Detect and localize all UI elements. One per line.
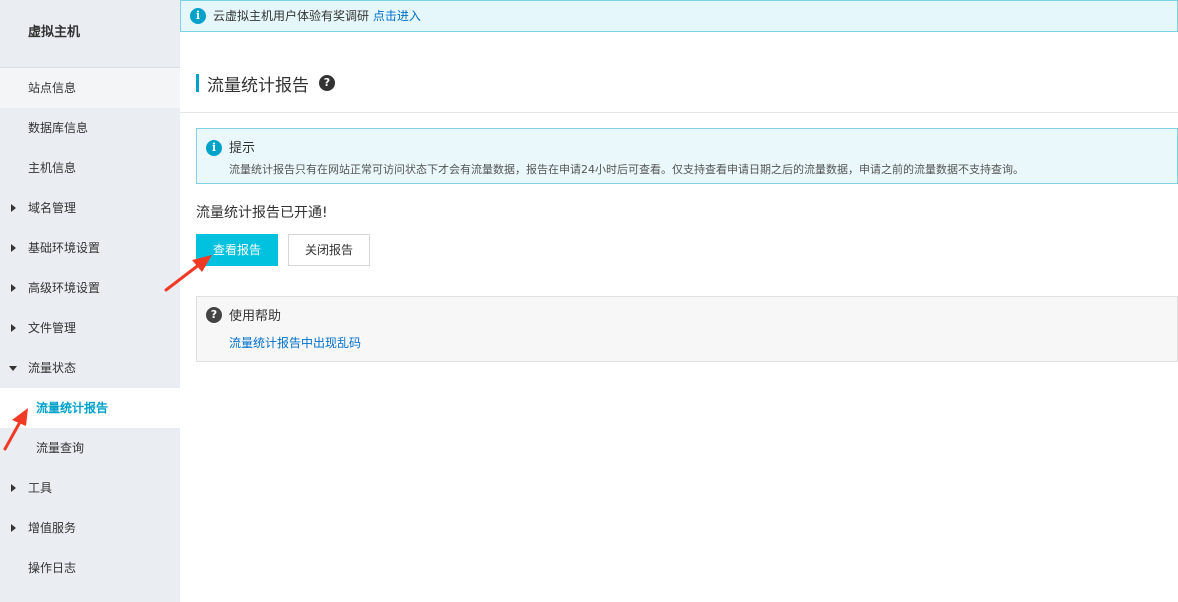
help-box: ? 使用帮助 流量统计报告中出现乱码 [196,296,1178,362]
help-link-garbled-text[interactable]: 流量统计报告中出现乱码 [229,334,361,351]
info-icon: i [206,140,222,156]
sidebar-item-host-info[interactable]: 主机信息 [0,148,180,188]
sidebar-item-tools[interactable]: 工具 [0,468,180,508]
sidebar-nav: 站点信息 数据库信息 主机信息 域名管理 基础环境设置 高级环境设置 文件管理 … [0,68,180,588]
sidebar: 虚拟主机 站点信息 数据库信息 主机信息 域名管理 基础环境设置 高级环境设置 … [0,0,180,602]
caret-right-icon [11,244,16,252]
tip-title: 提示 [229,141,256,156]
close-report-button[interactable]: 关闭报告 [288,234,370,266]
caret-right-icon [11,324,16,332]
sidebar-item-label: 操作日志 [28,561,77,575]
sidebar-item-label: 域名管理 [28,201,77,215]
sidebar-item-traffic-report[interactable]: 流量统计报告 [0,388,180,428]
sidebar-item-label: 主机信息 [28,161,77,175]
sidebar-item-traffic-query[interactable]: 流量查询 [0,428,180,468]
question-icon: ? [206,307,222,323]
sidebar-item-label: 站点信息 [28,81,77,95]
page-title: 流量统计报告 [207,75,309,96]
caret-right-icon [11,204,16,212]
sidebar-item-domain-management[interactable]: 域名管理 [0,188,180,228]
sidebar-item-traffic-status[interactable]: 流量状态 [0,348,180,388]
title-accent-bar [196,74,199,92]
caret-right-icon [11,524,16,532]
page-header: 流量统计报告 ? [196,72,335,96]
sidebar-item-label: 流量查询 [36,441,85,455]
sidebar-item-label: 文件管理 [28,321,77,335]
sidebar-item-label: 流量统计报告 [36,401,109,415]
sidebar-item-file-management[interactable]: 文件管理 [0,308,180,348]
sidebar-item-label: 增值服务 [28,521,77,535]
sidebar-item-basic-env[interactable]: 基础环境设置 [0,228,180,268]
view-report-button[interactable]: 查看报告 [196,234,278,266]
notice-text: 云虚拟主机用户体验有奖调研 [213,9,370,23]
question-icon[interactable]: ? [319,75,335,91]
main-content: i 云虚拟主机用户体验有奖调研 点击进入 流量统计报告 ? i 提示 流量统计报… [180,0,1178,602]
sidebar-item-operation-log[interactable]: 操作日志 [0,548,180,588]
caret-down-icon [9,366,17,371]
sidebar-item-value-added[interactable]: 增值服务 [0,508,180,548]
notice-link[interactable]: 点击进入 [373,9,421,23]
help-title: 使用帮助 [229,309,282,324]
sidebar-item-advanced-env[interactable]: 高级环境设置 [0,268,180,308]
sidebar-item-label: 工具 [28,481,53,495]
caret-right-icon [11,284,16,292]
header-divider [180,112,1178,113]
report-status-text: 流量统计报告已开通! [196,205,328,221]
sidebar-item-site-info[interactable]: 站点信息 [0,68,180,108]
sidebar-title: 虚拟主机 [0,0,180,68]
sidebar-item-label: 高级环境设置 [28,281,101,295]
sidebar-item-label: 流量状态 [28,361,77,375]
caret-right-icon [11,484,16,492]
info-icon: i [190,8,206,24]
tip-box: i 提示 流量统计报告只有在网站正常可访问状态下才会有流量数据，报告在申请24小… [196,128,1178,184]
app-window: 虚拟主机 站点信息 数据库信息 主机信息 域名管理 基础环境设置 高级环境设置 … [0,0,1178,602]
survey-notice-banner: i 云虚拟主机用户体验有奖调研 点击进入 [180,0,1178,32]
sidebar-item-label: 数据库信息 [28,121,89,135]
tip-text: 流量统计报告只有在网站正常可访问状态下才会有流量数据，报告在申请24小时后可查看… [229,163,1024,176]
sidebar-item-database-info[interactable]: 数据库信息 [0,108,180,148]
sidebar-item-label: 基础环境设置 [28,241,101,255]
